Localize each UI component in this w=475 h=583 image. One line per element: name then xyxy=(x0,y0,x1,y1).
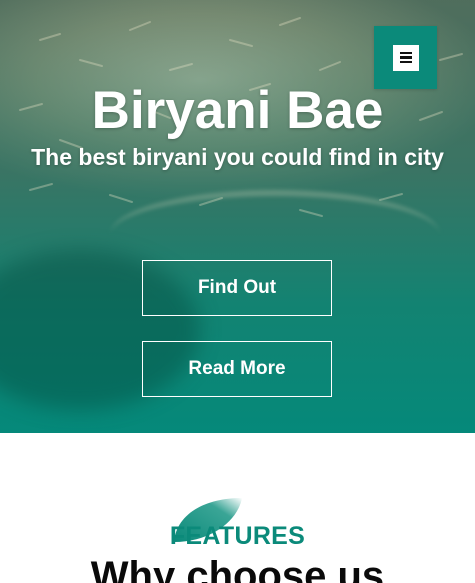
hero-title: Biryani Bae xyxy=(91,81,384,140)
hero-section: Biryani Bae The best biryani you could f… xyxy=(0,0,475,433)
section-heading: Why choose us xyxy=(90,554,385,583)
hamburger-menu-icon xyxy=(392,44,419,71)
hero-subtitle: The best biryani you could find in city xyxy=(31,144,444,170)
read-more-button[interactable]: Read More xyxy=(142,341,332,397)
features-section: FEATURES Why choose us xyxy=(0,433,475,583)
find-out-button[interactable]: Find Out xyxy=(142,260,332,316)
features-label: FEATURES xyxy=(169,522,306,550)
